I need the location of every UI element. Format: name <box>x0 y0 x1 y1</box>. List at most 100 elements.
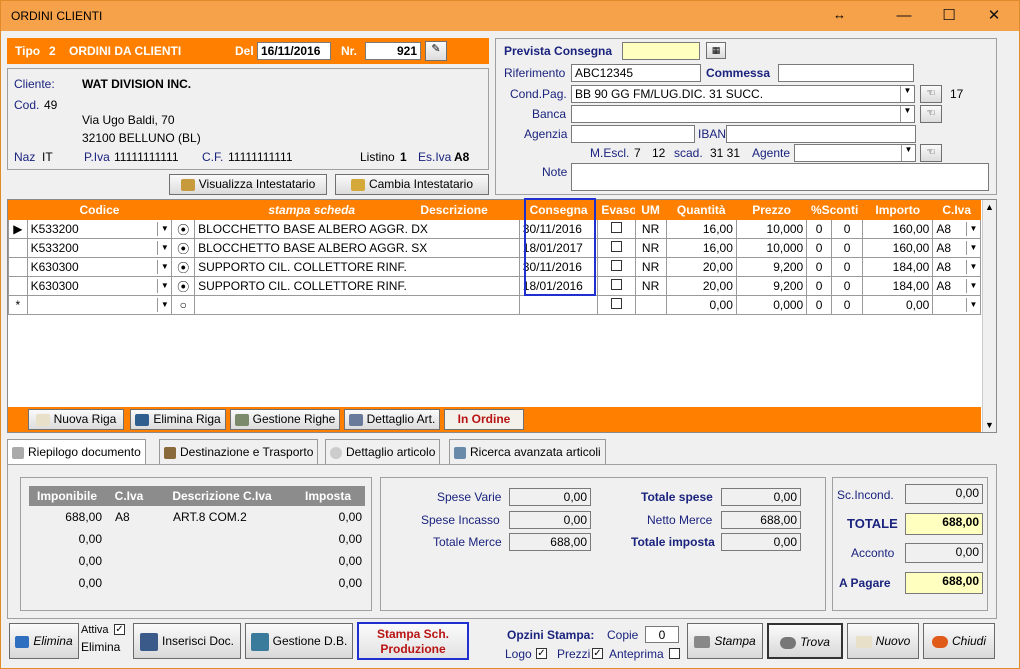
anteprima-checkbox[interactable] <box>669 648 680 659</box>
evaso-checkbox[interactable] <box>610 279 622 290</box>
prezzi-checkbox[interactable]: ✓ <box>592 648 603 659</box>
evaso-cell[interactable] <box>597 276 636 296</box>
quantita-cell[interactable]: 16,00 <box>665 238 737 258</box>
header-prezzo[interactable]: Prezzo <box>735 200 808 220</box>
importo-cell[interactable]: 160,00 <box>862 219 934 239</box>
condpag-lookup-icon[interactable]: ☜ <box>920 85 942 103</box>
stampa-scheda-cell[interactable]: ⦿ <box>171 238 196 258</box>
descrizione-cell[interactable]: SUPPORTO CIL. COLLETTORE RINF. <box>194 276 520 296</box>
row-selector[interactable] <box>8 238 28 258</box>
chevron-down-icon[interactable]: ▼ <box>966 298 980 312</box>
header-quantita[interactable]: Quantità <box>665 200 737 220</box>
quantita-cell[interactable]: 16,00 <box>665 219 737 239</box>
chevron-down-icon[interactable]: ▼ <box>966 260 980 274</box>
new-codice-cell[interactable]: ▼ <box>26 295 173 315</box>
table-row[interactable]: K533200 ▼ ⦿ BLOCCHETTO BASE ALBERO AGGR. SX… <box>8 238 981 258</box>
tab-destinazione[interactable]: Destinazione e Trasporto <box>159 439 319 465</box>
prevista-consegna-field[interactable] <box>622 42 700 60</box>
stampa-scheda-cell[interactable]: ⦿ <box>171 276 196 296</box>
civa-cell[interactable]: A8 ▼ <box>932 276 981 296</box>
document-number-field[interactable]: 921 <box>365 42 421 60</box>
dettaglio-art-button[interactable]: Dettaglio Art. <box>344 409 440 430</box>
evaso-checkbox[interactable] <box>610 260 622 271</box>
note-field[interactable] <box>571 163 989 191</box>
evaso-cell[interactable] <box>597 238 636 258</box>
stampa-scheda-cell[interactable]: ⦿ <box>171 257 196 277</box>
visualizza-intestatario-button[interactable]: Visualizza Intestatario <box>169 174 327 195</box>
radio-selected-icon[interactable]: ⦿ <box>177 261 189 275</box>
document-date-field[interactable]: 16/11/2016 <box>257 42 331 60</box>
chevron-down-icon[interactable]: ▼ <box>157 279 171 293</box>
scroll-up-icon[interactable]: ▲ <box>985 202 994 212</box>
radio-selected-icon[interactable]: ⦿ <box>177 280 189 294</box>
new-prezzo-cell[interactable]: 0,000 <box>735 295 808 315</box>
sconto1-cell[interactable]: 0 <box>806 219 833 239</box>
sconto1-cell[interactable]: 0 <box>806 276 833 296</box>
header-sconti[interactable]: %Sconti <box>806 200 864 220</box>
commessa-field[interactable] <box>778 64 914 82</box>
new-um-cell[interactable] <box>634 295 667 315</box>
nuovo-button[interactable]: Nuovo <box>847 623 919 659</box>
um-cell[interactable]: NR <box>634 219 667 239</box>
header-evaso[interactable]: Evaso <box>597 200 636 220</box>
sconto2-cell[interactable]: 0 <box>831 238 864 258</box>
spese-incasso-field[interactable]: 0,00 <box>509 511 591 529</box>
copie-field[interactable]: 0 <box>645 626 679 643</box>
codice-cell[interactable]: K630300 ▼ <box>26 276 173 296</box>
descrizione-cell[interactable]: BLOCCHETTO BASE ALBERO AGGR. DX <box>194 219 520 239</box>
um-cell[interactable]: NR <box>634 238 667 258</box>
agente-select[interactable]: ▼ <box>794 144 916 162</box>
in-ordine-button[interactable]: In Ordine <box>444 409 524 430</box>
elimina-button[interactable]: Elimina <box>9 623 79 659</box>
new-importo-cell[interactable]: 0,00 <box>862 295 934 315</box>
condpag-select[interactable]: BB 90 GG FM/LUG.DIC. 31 SUCC. ▼ <box>571 85 915 103</box>
new-evaso-cell[interactable] <box>597 295 636 315</box>
importo-cell[interactable]: 160,00 <box>862 238 934 258</box>
evaso-checkbox[interactable] <box>610 241 622 252</box>
row-selector[interactable]: ▶ <box>8 219 28 239</box>
scincond-field[interactable]: 0,00 <box>905 484 983 504</box>
tab-ricerca[interactable]: Ricerca avanzata articoli <box>449 439 606 465</box>
chevron-down-icon[interactable]: ▼ <box>966 222 980 236</box>
elimina-riga-button[interactable]: Elimina Riga <box>130 409 226 430</box>
logo-checkbox[interactable]: ✓ <box>536 648 547 659</box>
evaso-cell[interactable] <box>597 257 636 277</box>
sconto2-cell[interactable]: 0 <box>831 257 864 277</box>
chiudi-button[interactable]: Chiudi <box>923 623 995 659</box>
chevron-down-icon[interactable]: ▼ <box>900 86 914 102</box>
radio-selected-icon[interactable]: ⦿ <box>177 223 189 237</box>
stampa-button[interactable]: Stampa <box>687 623 763 659</box>
tab-dettaglio[interactable]: Dettaglio articolo <box>325 439 441 465</box>
radio-selected-icon[interactable]: ⦿ <box>177 242 189 256</box>
prezzo-cell[interactable]: 10,000 <box>735 219 808 239</box>
minimize-icon[interactable]: — <box>881 1 927 31</box>
prezzo-cell[interactable]: 10,000 <box>735 238 808 258</box>
new-sconto1-cell[interactable]: 0 <box>806 295 833 315</box>
chevron-down-icon[interactable]: ▼ <box>157 298 171 312</box>
sconto1-cell[interactable]: 0 <box>806 257 833 277</box>
cambia-intestatario-button[interactable]: Cambia Intestatario <box>335 174 489 195</box>
sconto2-cell[interactable]: 0 <box>831 219 864 239</box>
chevron-down-icon[interactable]: ▼ <box>966 241 980 255</box>
codice-cell[interactable]: K533200 ▼ <box>26 219 173 239</box>
chevron-down-icon[interactable]: ▼ <box>900 106 914 122</box>
codice-cell[interactable]: K533200 ▼ <box>26 238 173 258</box>
prezzo-cell[interactable]: 9,200 <box>735 257 808 277</box>
chevron-down-icon[interactable]: ▼ <box>157 260 171 274</box>
nuova-riga-button[interactable]: Nuova Riga <box>28 409 124 430</box>
banca-select[interactable]: ▼ <box>571 105 915 123</box>
banca-lookup-icon[interactable]: ☜ <box>920 105 942 123</box>
attiva-checkbox[interactable]: ✓ <box>114 624 125 635</box>
gestione-righe-button[interactable]: Gestione Righe <box>230 409 340 430</box>
inserisci-doc-button[interactable]: Inserisci Doc. <box>133 623 241 659</box>
prezzo-cell[interactable]: 9,200 <box>735 276 808 296</box>
chevron-down-icon[interactable]: ▼ <box>157 241 171 255</box>
stampa-scheda-cell[interactable]: ⦿ <box>171 219 196 239</box>
new-table-row[interactable]: * ▼ ○ 0,00 0,000 0 0 0,00 ▼ <box>8 295 981 315</box>
scroll-down-icon[interactable]: ▼ <box>985 420 994 430</box>
chevron-down-icon[interactable]: ▼ <box>157 222 171 236</box>
codice-cell[interactable]: K630300 ▼ <box>26 257 173 277</box>
header-um[interactable]: UM <box>634 200 667 220</box>
um-cell[interactable]: NR <box>634 257 667 277</box>
chevron-down-icon[interactable]: ▼ <box>966 279 980 293</box>
